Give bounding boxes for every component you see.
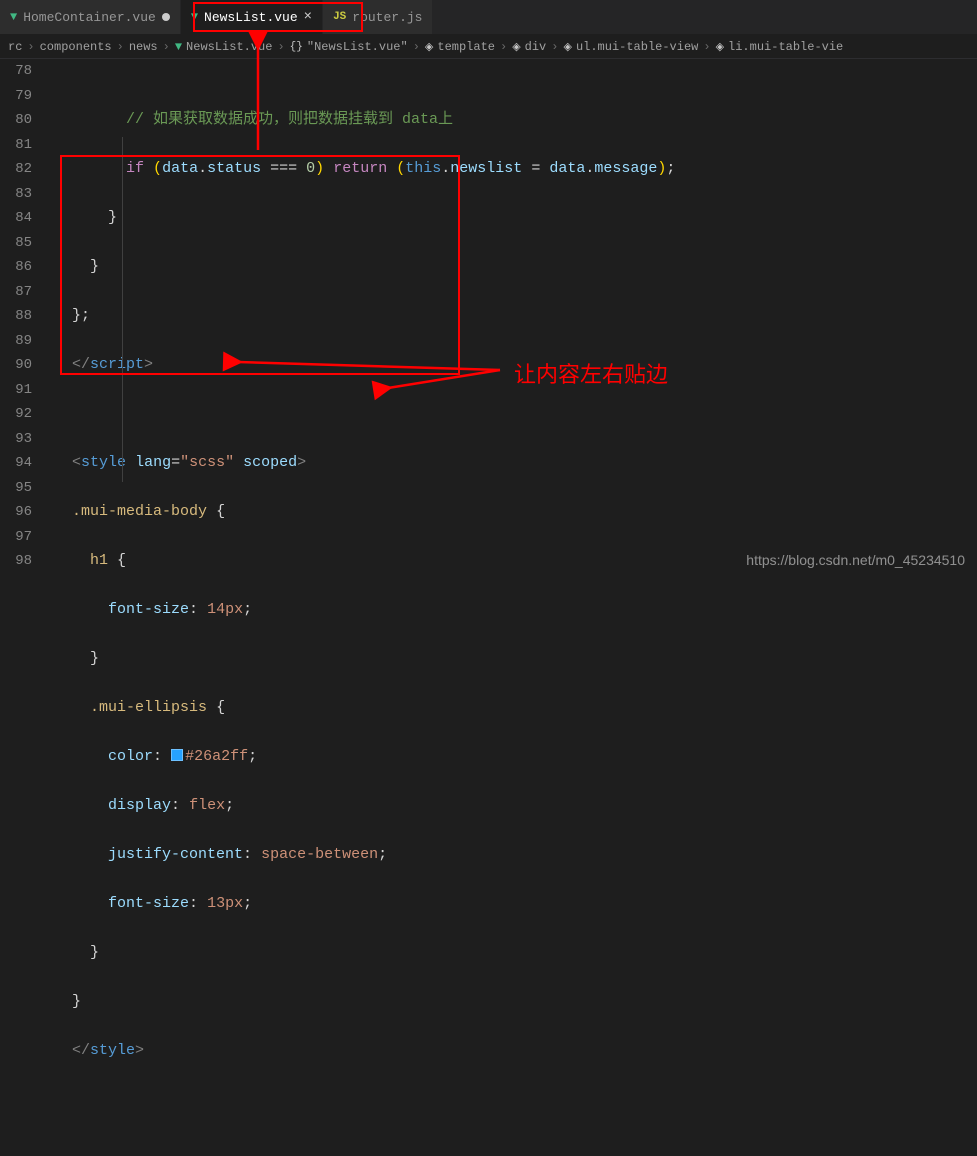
tab-bar: ▼ HomeContainer.vue ▼ NewsList.vue × JS …	[0, 0, 977, 35]
cube-icon: ◈	[563, 40, 571, 54]
line-number: 79	[0, 84, 32, 109]
cube-icon: ◈	[512, 40, 520, 54]
vue-icon: ▼	[175, 41, 182, 53]
breadcrumb-item[interactable]: ◈ul.mui-table-view	[563, 40, 698, 54]
line-number: 86	[0, 255, 32, 280]
close-icon[interactable]: ×	[304, 9, 312, 25]
chevron-right-icon: ›	[27, 40, 34, 54]
chevron-right-icon: ›	[413, 40, 420, 54]
dirty-dot-icon	[162, 13, 170, 21]
editor: 7879808182838485868788899091929394959697…	[0, 59, 977, 578]
line-number: 95	[0, 476, 32, 501]
line-number: 87	[0, 280, 32, 305]
breadcrumb-item[interactable]: {}"NewsList.vue"	[290, 40, 408, 54]
line-number: 80	[0, 108, 32, 133]
cube-icon: ◈	[716, 40, 724, 54]
braces-icon: {}	[290, 41, 303, 53]
breadcrumb-item[interactable]: ◈div	[512, 40, 546, 54]
indent-guide	[122, 137, 123, 482]
line-gutter: 7879808182838485868788899091929394959697…	[0, 59, 50, 578]
line-number: 98	[0, 549, 32, 574]
tab-home-container[interactable]: ▼ HomeContainer.vue	[0, 0, 181, 34]
line-number: 78	[0, 59, 32, 84]
line-number: 82	[0, 157, 32, 182]
tab-label: NewsList.vue	[204, 10, 298, 25]
breadcrumb-item[interactable]: ▼NewsList.vue	[175, 40, 273, 54]
js-icon: JS	[333, 11, 346, 23]
chevron-right-icon: ›	[277, 40, 284, 54]
breadcrumb-item[interactable]: rc	[8, 40, 22, 54]
line-number: 89	[0, 329, 32, 354]
line-number: 93	[0, 427, 32, 452]
line-number: 81	[0, 133, 32, 158]
line-number: 88	[0, 304, 32, 329]
line-number: 90	[0, 353, 32, 378]
chevron-right-icon: ›	[500, 40, 507, 54]
chevron-right-icon: ›	[163, 40, 170, 54]
breadcrumb-item[interactable]: news	[129, 40, 158, 54]
chevron-right-icon: ›	[117, 40, 124, 54]
line-number: 94	[0, 451, 32, 476]
line-number: 83	[0, 182, 32, 207]
vue-icon: ▼	[191, 11, 198, 23]
line-number: 85	[0, 231, 32, 256]
line-number: 92	[0, 402, 32, 427]
breadcrumb[interactable]: rc › components › news › ▼NewsList.vue ›…	[0, 35, 977, 59]
breadcrumb-item[interactable]: ◈li.mui-table-vie	[716, 40, 844, 54]
line-number: 91	[0, 378, 32, 403]
chevron-right-icon: ›	[703, 40, 710, 54]
color-swatch-icon	[171, 749, 183, 761]
tab-news-list[interactable]: ▼ NewsList.vue ×	[181, 0, 323, 34]
vue-icon: ▼	[10, 11, 17, 23]
line-number: 96	[0, 500, 32, 525]
breadcrumb-item[interactable]: ◈template	[425, 40, 495, 54]
line-number: 84	[0, 206, 32, 231]
code-area[interactable]: // 如果获取数据成功，则把数据挂载到 data上 if (data.statu…	[50, 59, 977, 578]
breadcrumb-item[interactable]: components	[40, 40, 112, 54]
cube-icon: ◈	[425, 40, 433, 54]
tab-router-js[interactable]: JS router.js	[323, 0, 433, 34]
watermark: https://blog.csdn.net/m0_45234510	[746, 552, 965, 568]
tab-label: router.js	[352, 10, 422, 25]
chevron-right-icon: ›	[551, 40, 558, 54]
tab-label: HomeContainer.vue	[23, 10, 156, 25]
line-number: 97	[0, 525, 32, 550]
